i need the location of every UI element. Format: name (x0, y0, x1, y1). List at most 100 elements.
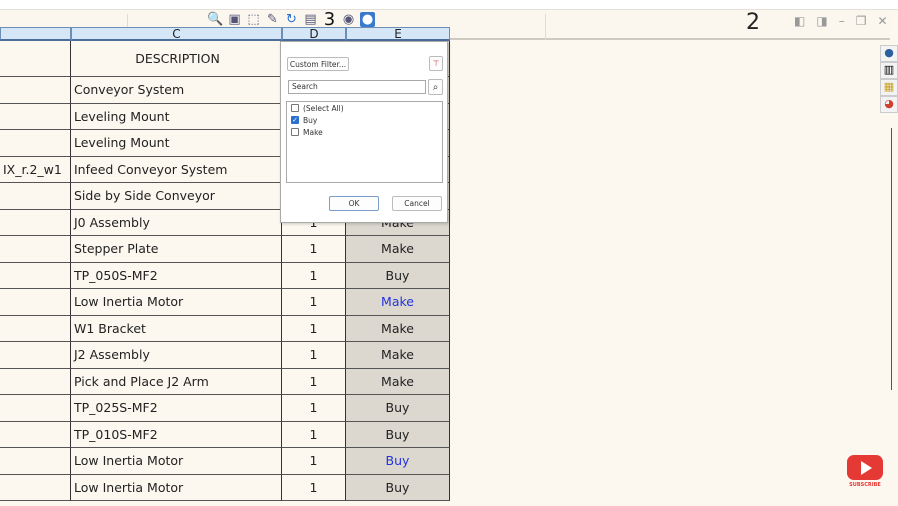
rotate-icon[interactable]: ↻ (284, 12, 299, 27)
cell-quantity[interactable]: 1 (282, 474, 346, 501)
cell-make-buy[interactable]: Make (346, 315, 450, 342)
cell-make-buy[interactable]: Make (346, 236, 450, 263)
cell-description[interactable]: W1 Bracket (71, 315, 282, 342)
filter-dropdown: Custom Filter... ⊤ Search ⌕ (Select All)… (280, 41, 448, 223)
cell-description[interactable]: Low Inertia Motor (71, 474, 282, 501)
column-header-b[interactable] (0, 27, 71, 41)
cell-quantity[interactable]: 1 (282, 368, 346, 395)
cell-description[interactable]: TP_010S-MF2 (71, 421, 282, 448)
custom-filter-button[interactable]: Custom Filter... (287, 57, 349, 71)
cell-b[interactable] (0, 209, 71, 236)
option-label: Buy (303, 115, 318, 125)
cell-description[interactable]: J2 Assembly (71, 342, 282, 369)
cell-make-buy[interactable]: Buy (346, 421, 450, 448)
option-buy[interactable]: ✓ Buy (287, 114, 442, 126)
pan-icon[interactable]: ✎ (265, 12, 280, 27)
file-explorer-icon[interactable]: ▦ (880, 79, 898, 96)
checkbox[interactable] (291, 128, 299, 136)
dock-left-icon[interactable]: ◧ (794, 14, 805, 28)
cell-b[interactable] (0, 315, 71, 342)
cell-make-buy[interactable]: Buy (346, 448, 450, 475)
zoom-icon[interactable]: 🔍 (207, 12, 223, 27)
column-header-e[interactable]: E (346, 27, 450, 41)
cell-b[interactable] (0, 368, 71, 395)
cell-description[interactable]: Leveling Mount (71, 130, 282, 157)
cell-b[interactable] (0, 236, 71, 263)
cell-b[interactable] (0, 77, 71, 104)
cell-make-buy[interactable]: Make (346, 368, 450, 395)
sheet-number: 2 (746, 10, 760, 35)
cell-quantity[interactable]: 1 (282, 236, 346, 263)
cell-description[interactable]: TP_050S-MF2 (71, 262, 282, 289)
option-select-all[interactable]: (Select All) (287, 102, 442, 114)
cancel-button[interactable]: Cancel (392, 196, 442, 211)
design-library-icon[interactable]: ▥ (880, 62, 898, 79)
zoom-area-icon[interactable]: ⬚ (246, 12, 261, 27)
filter-values-list: (Select All) ✓ Buy Make (286, 101, 443, 183)
restore-icon[interactable]: ❐ (856, 14, 867, 28)
ok-button[interactable]: OK (329, 196, 379, 211)
title-bar (0, 0, 898, 10)
cell-b[interactable] (0, 103, 71, 130)
cell-description[interactable]: Infeed Conveyor System (71, 156, 282, 183)
minimize-icon[interactable]: – (839, 14, 845, 28)
cell-make-buy[interactable]: Buy (346, 474, 450, 501)
cell-b[interactable] (0, 421, 71, 448)
cell-quantity[interactable]: 1 (282, 289, 346, 316)
cell-description[interactable]: J0 Assembly (71, 209, 282, 236)
table-row: Low Inertia Motor 1 Buy (0, 448, 450, 475)
cell-quantity[interactable]: 1 (282, 448, 346, 475)
cell-b[interactable] (0, 395, 71, 422)
cell-description[interactable]: Conveyor System (71, 77, 282, 104)
checkbox[interactable] (291, 104, 299, 112)
scrollbar[interactable] (891, 128, 892, 390)
cell-make-buy[interactable]: Make (346, 342, 450, 369)
cell-b[interactable] (0, 448, 71, 475)
cell-description[interactable]: Stepper Plate (71, 236, 282, 263)
cell-description[interactable]: TP_025S-MF2 (71, 395, 282, 422)
description-header[interactable]: DESCRIPTION (71, 41, 282, 77)
view-toolbar: 🔍 ▣ ⬚ ✎ ↻ ▤ 3 ◉ ● (207, 9, 375, 30)
globe-icon[interactable]: ● (360, 12, 375, 27)
subscribe-label: SUBSCRIBE (849, 482, 881, 488)
option-label: Make (303, 127, 323, 137)
cell (0, 41, 71, 77)
cell-make-buy[interactable]: Buy (346, 395, 450, 422)
cell-quantity[interactable]: 1 (282, 395, 346, 422)
option-make[interactable]: Make (287, 126, 442, 138)
dock-right-icon[interactable]: ◨ (816, 14, 827, 28)
search-input[interactable]: Search (288, 80, 426, 94)
column-header-c[interactable]: C (71, 27, 282, 41)
cell-description[interactable]: Low Inertia Motor (71, 289, 282, 316)
cell-make-buy[interactable]: Make (346, 289, 450, 316)
cell-description[interactable]: Leveling Mount (71, 103, 282, 130)
cell-description[interactable]: Pick and Place J2 Arm (71, 368, 282, 395)
zoom-fit-icon[interactable]: ▣ (227, 12, 242, 27)
cell-b[interactable] (0, 183, 71, 210)
cell-b[interactable] (0, 130, 71, 157)
cell-description[interactable]: Low Inertia Motor (71, 448, 282, 475)
cell-quantity[interactable]: 1 (282, 315, 346, 342)
cell-quantity[interactable]: 1 (282, 342, 346, 369)
column-header-d[interactable]: D (282, 27, 346, 41)
cell-b[interactable] (0, 289, 71, 316)
appearances-icon[interactable]: ◕ (880, 96, 898, 113)
youtube-play-icon (847, 455, 883, 480)
cell-b[interactable] (0, 474, 71, 501)
checkbox-checked[interactable]: ✓ (291, 116, 299, 124)
cell-quantity[interactable]: 1 (282, 262, 346, 289)
resources-icon[interactable]: ● (880, 45, 898, 62)
cell-b[interactable] (0, 262, 71, 289)
clear-filter-icon[interactable]: ⊤ (429, 56, 443, 71)
cell-make-buy[interactable]: Buy (346, 262, 450, 289)
subscribe-logo[interactable]: SUBSCRIBE (847, 455, 883, 488)
search-icon[interactable]: ⌕ (428, 79, 443, 95)
table-row: Stepper Plate 1 Make (0, 236, 450, 263)
cell-quantity[interactable]: 1 (282, 421, 346, 448)
cell-b[interactable]: IX_r.2_w1 (0, 156, 71, 183)
cell-b[interactable] (0, 342, 71, 369)
view-icon[interactable]: ▤ (303, 12, 318, 27)
eye-icon[interactable]: ◉ (341, 12, 356, 27)
close-icon[interactable]: ✕ (877, 14, 887, 28)
cell-description[interactable]: Side by Side Conveyor (71, 183, 282, 210)
